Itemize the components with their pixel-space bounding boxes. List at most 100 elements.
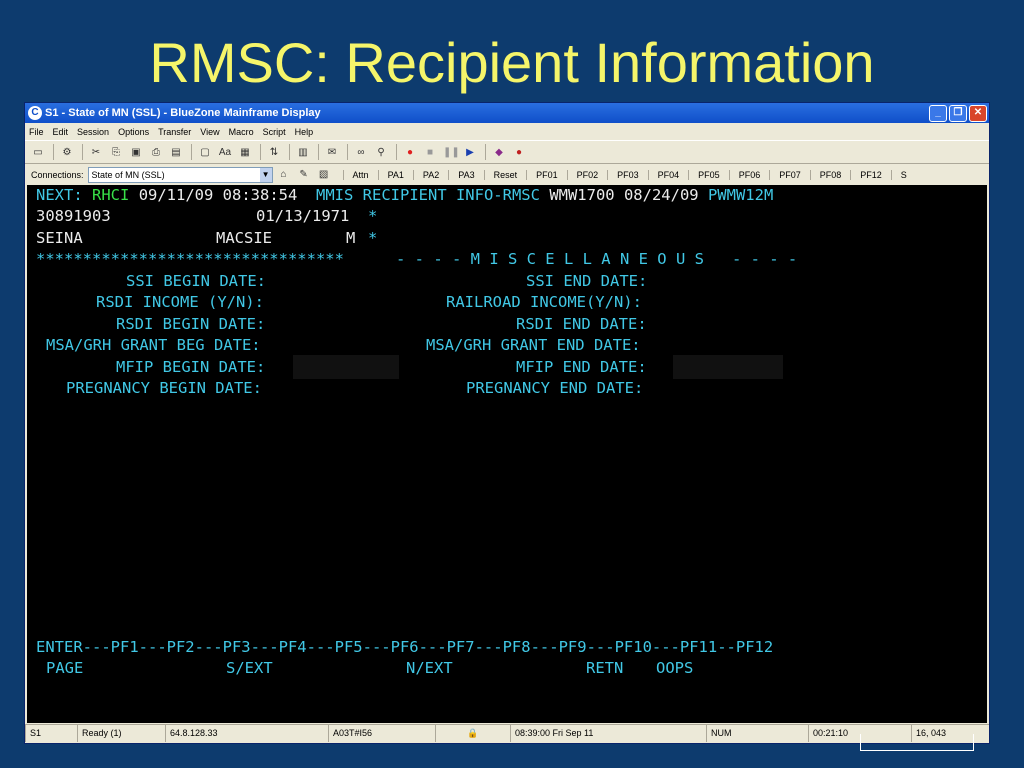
cut-icon[interactable]: ✂ <box>89 146 103 159</box>
font-icon[interactable]: Aa <box>218 146 232 159</box>
rsdi-begin-label: RSDI BEGIN DATE: <box>116 315 266 333</box>
next-command-field[interactable]: RHCI <box>92 186 129 204</box>
bluezone-window: C S1 - State of MN (SSL) - BlueZone Main… <box>24 102 990 744</box>
key-attn[interactable]: Attn <box>342 169 378 180</box>
ssi-begin-label: SSI BEGIN DATE: <box>126 272 266 290</box>
connections-bar: Connections: State of MN (SSL) ▼ ⌂ ✎ ▧ A… <box>25 164 989 185</box>
toolbar-separator <box>260 144 261 160</box>
menu-help[interactable]: Help <box>295 127 314 137</box>
edit-connection-icon[interactable]: ✎ <box>297 168 311 181</box>
email-icon[interactable]: ✉ <box>325 146 339 159</box>
record-icon[interactable]: ● <box>403 146 417 159</box>
menu-view[interactable]: View <box>200 127 219 137</box>
menu-options[interactable]: Options <box>118 127 149 137</box>
status-bar: S1 Ready (1) 64.8.128.33 A03T#I56 🔒 08:3… <box>25 724 989 742</box>
pf-label-n-ext: N/EXT <box>406 659 453 677</box>
toolbar-separator <box>318 144 319 160</box>
terminal-id: PWMW12M <box>707 186 774 204</box>
preview-icon[interactable]: ▧ <box>317 168 331 181</box>
toolbar-separator <box>191 144 192 160</box>
connections-select[interactable]: State of MN (SSL) ▼ <box>87 166 273 183</box>
toolbar-separator <box>53 144 54 160</box>
zoom-icon[interactable]: ⚲ <box>374 146 388 159</box>
rsdi-end-label: RSDI END DATE: <box>516 315 647 333</box>
transfer-icon[interactable]: ⇅ <box>267 146 281 159</box>
pf-label-s-ext: S/EXT <box>226 659 273 677</box>
key-pf08[interactable]: PF08 <box>809 169 851 180</box>
display-icon[interactable]: ▢ <box>198 146 212 159</box>
glasses-icon[interactable]: ∞ <box>354 146 368 159</box>
bluezone-icon: C <box>28 106 42 120</box>
key-pf02[interactable]: PF02 <box>566 169 608 180</box>
apple-icon[interactable]: ● <box>512 146 526 159</box>
key-pf04[interactable]: PF04 <box>647 169 689 180</box>
close-button[interactable]: ✕ <box>969 104 987 122</box>
key-pf12[interactable]: PF12 <box>850 169 891 180</box>
recipient-first-name: MACSIE <box>216 229 272 247</box>
minimize-button[interactable]: _ <box>929 104 947 122</box>
key-pf01[interactable]: PF01 <box>526 169 567 180</box>
key-reset[interactable]: Reset <box>483 169 527 180</box>
menu-transfer[interactable]: Transfer <box>158 127 191 137</box>
next-label: NEXT: <box>36 186 83 204</box>
mfip-begin-date-field[interactable] <box>293 355 399 379</box>
toolbar-separator <box>396 144 397 160</box>
status-state: Ready (1) <box>77 724 165 742</box>
recipient-dob: 01/13/1971 <box>256 207 350 225</box>
menu-macro[interactable]: Macro <box>229 127 254 137</box>
pf-label-retn: RETN <box>586 659 624 677</box>
network-icon[interactable]: ⚙ <box>60 146 74 159</box>
terminal-screen[interactable]: NEXT: RHCI 09/11/09 08:38:54 MMIS RECIPI… <box>27 185 987 723</box>
connect-icon[interactable]: ▭ <box>31 146 45 159</box>
pf-label-oops: OOPS <box>656 659 694 677</box>
star-separator: ********************************* <box>36 250 344 268</box>
stop-icon[interactable]: ■ <box>423 146 437 159</box>
key-pf05[interactable]: PF05 <box>688 169 729 180</box>
status-time: 08:39:00 Fri Sep 11 <box>510 724 706 742</box>
host-keys: Attn PA1 PA2 PA3 Reset PF01 PF02 PF03 PF… <box>342 169 916 180</box>
pf-label-page: PAGE <box>46 659 84 677</box>
key-pa2[interactable]: PA2 <box>412 169 448 180</box>
key-pf03[interactable]: PF03 <box>607 169 648 180</box>
pause-icon[interactable]: ❚❚ <box>443 146 460 159</box>
sex-marker: * <box>368 229 378 247</box>
lock-icon: 🔒 <box>435 724 510 742</box>
menu-bar: File Edit Session Options Transfer View … <box>25 123 989 140</box>
status-ip: 64.8.128.33 <box>165 724 328 742</box>
toolbar: ▭ ⚙ ✂ ⎘ ▣ ⎙ ▤ ▢ Aa ▦ ⇅ ▥ ✉ ∞ ⚲ ● ■ ❚❚ ▶ … <box>25 140 989 164</box>
pf-key-line: ENTER---PF1---PF2---PF3---PF4---PF5---PF… <box>36 638 774 656</box>
key-pa3[interactable]: PA3 <box>448 169 483 180</box>
home-icon[interactable]: ⌂ <box>277 168 291 181</box>
key-pf06[interactable]: PF06 <box>728 169 770 180</box>
paste-icon[interactable]: ▤ <box>169 146 183 159</box>
mfip-end-date-field[interactable] <box>673 355 783 379</box>
menu-script[interactable]: Script <box>263 127 286 137</box>
logo <box>860 734 974 751</box>
book-icon[interactable]: ◆ <box>492 146 506 159</box>
recipient-id: 30891903 <box>36 207 111 225</box>
msa-grh-end-label: MSA/GRH GRANT END DATE: <box>426 336 641 354</box>
menu-edit[interactable]: Edit <box>53 127 69 137</box>
document-icon[interactable]: ▥ <box>296 146 310 159</box>
play-icon[interactable]: ▶ <box>463 146 477 159</box>
ssi-end-label: SSI END DATE: <box>526 272 648 290</box>
chevron-down-icon[interactable]: ▼ <box>259 167 272 182</box>
keyboard-icon[interactable]: ▦ <box>238 146 252 159</box>
save-icon[interactable]: ▣ <box>129 146 143 159</box>
terminal-header-line: NEXT: RHCI 09/11/09 08:38:54 MMIS RECIPI… <box>36 185 773 206</box>
maximize-button[interactable]: ❐ <box>949 104 967 122</box>
key-s[interactable]: S <box>890 169 916 180</box>
window-titlebar: C S1 - State of MN (SSL) - BlueZone Main… <box>25 103 989 123</box>
key-pa1[interactable]: PA1 <box>377 169 413 180</box>
toolbar-separator <box>82 144 83 160</box>
mfip-end-label: MFIP END DATE: <box>516 358 647 376</box>
copy-icon[interactable]: ⎘ <box>109 146 123 159</box>
menu-file[interactable]: File <box>29 127 44 137</box>
key-pf07[interactable]: PF07 <box>769 169 810 180</box>
menu-session[interactable]: Session <box>77 127 109 137</box>
toolbar-separator <box>347 144 348 160</box>
rsdi-income-label: RSDI INCOME (Y/N): <box>96 293 264 311</box>
connection-value: State of MN (SSL) <box>91 169 165 180</box>
print-icon[interactable]: ⎙ <box>149 146 163 159</box>
status-session: S1 <box>25 724 77 742</box>
